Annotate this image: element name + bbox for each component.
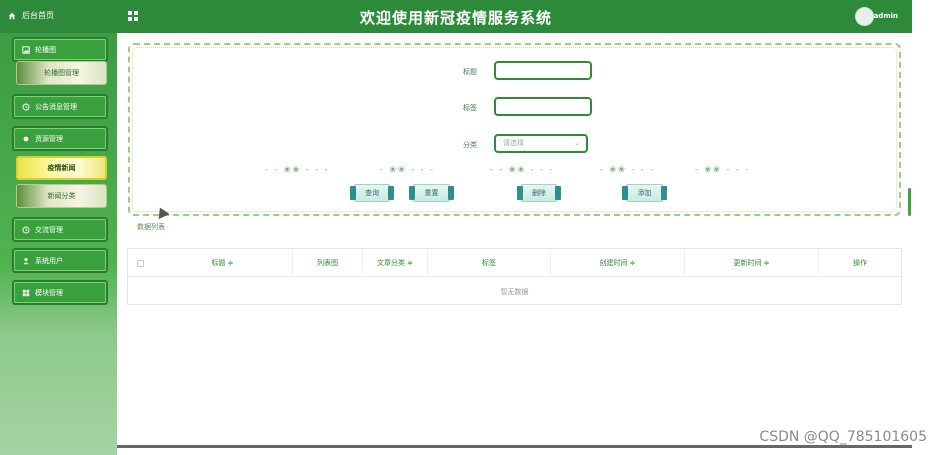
scrollbar-thumb[interactable] — [908, 188, 911, 216]
sidebar-subitem-epidemic-news[interactable]: 疫情新闻 — [16, 156, 107, 180]
category-select[interactable]: 请选择 ⌄ — [494, 134, 588, 153]
sidebar-item-communication[interactable]: 交流管理 — [12, 217, 108, 242]
watermark-text: CSDN @QQ_785101605 — [759, 429, 927, 445]
app-root: 后台首页 欢迎使用新冠疫情服务系统 admin 轮播图 轮播图管理 公告消息管理… — [0, 0, 942, 455]
sidebar-item-label: 疫情新闻 — [47, 164, 76, 172]
flower-decoration-icon: - ❀❀ - - - — [600, 165, 656, 174]
sidebar-subitem-carousel-manage[interactable]: 轮播图管理 — [16, 61, 107, 85]
title-label: 标题 — [463, 68, 477, 76]
sidebar-item-label: 模块管理 — [35, 288, 63, 297]
table-header: 标题 ≑ 列表图 文章分类 ≑ 标签 创建时间 ≑ 更新时间 ≑ 操作 — [128, 249, 901, 277]
clock-icon — [22, 102, 30, 111]
column-header-tags: 标签 — [428, 249, 551, 277]
flower-decoration-icon: - - ❀❀ - - - — [265, 165, 330, 174]
top-bar: 后台首页 欢迎使用新冠疫情服务系统 admin — [0, 0, 912, 33]
user-icon — [23, 257, 29, 264]
column-header-image: 列表图 — [293, 249, 363, 277]
column-header-actions: 操作 — [853, 259, 867, 267]
column-header-category[interactable]: 文章分类 ≑ — [363, 249, 428, 277]
sidebar-item-label: 公告消息管理 — [35, 102, 77, 111]
dot-icon — [23, 136, 29, 141]
avatar[interactable] — [855, 7, 874, 26]
empty-state-text: 暂无数据 — [500, 288, 529, 296]
sidebar-item-label: 资源管理 — [35, 134, 63, 143]
sidebar-item-modules[interactable]: 模块管理 — [12, 280, 108, 305]
sidebar-item-label: 新闻分类 — [47, 192, 76, 200]
flower-decoration-icon: - ❀❀ - - - — [695, 165, 751, 174]
flower-decoration-icon: - - ❀❀ - - - — [490, 165, 555, 174]
sidebar-item-resources[interactable]: 资源管理 — [12, 126, 108, 151]
column-header-title[interactable]: 标题 ≑ — [153, 249, 293, 277]
sidebar-item-label: 交流管理 — [35, 225, 63, 234]
tag-label: 标签 — [463, 104, 477, 112]
tag-input[interactable] — [494, 97, 592, 116]
query-button[interactable]: 查询 — [350, 184, 394, 202]
sidebar-item-carousel[interactable]: 轮播图 — [12, 37, 108, 62]
username[interactable]: admin — [874, 12, 898, 20]
reset-button[interactable]: 重置 — [409, 184, 454, 202]
sidebar-subitem-news-category[interactable]: 新闻分类 — [16, 184, 107, 208]
delete-button[interactable]: 删除 — [517, 184, 561, 202]
horizontal-scrollbar[interactable] — [117, 445, 912, 448]
column-header-created[interactable]: 创建时间 ≑ — [551, 249, 685, 277]
sidebar-item-label: 轮播图管理 — [44, 69, 79, 77]
add-button[interactable]: 添加 — [622, 184, 667, 202]
data-table: 标题 ≑ 列表图 文章分类 ≑ 标签 创建时间 ≑ 更新时间 ≑ 操作 暂无数据 — [127, 248, 902, 305]
page-title: 欢迎使用新冠疫情服务系统 — [359, 9, 552, 27]
select-all-checkbox[interactable] — [137, 260, 144, 267]
chevron-down-icon: ⌄ — [574, 139, 580, 147]
category-placeholder: 请选择 — [503, 139, 524, 147]
sidebar-item-system-users[interactable]: 系统用户 — [12, 248, 108, 273]
sidebar-item-announcements[interactable]: 公告消息管理 — [12, 94, 108, 119]
clock-icon — [22, 225, 30, 234]
flower-decoration-icon: - ❀❀ - - - — [380, 165, 436, 174]
image-icon — [22, 45, 30, 54]
column-header-updated[interactable]: 更新时间 ≑ — [685, 249, 819, 277]
data-list-label: 数据列表 — [137, 223, 165, 231]
sidebar-item-label: 系统用户 — [35, 256, 63, 265]
grid-icon — [22, 289, 30, 296]
category-label: 分类 — [463, 141, 477, 149]
sidebar-item-label: 轮播图 — [35, 45, 56, 54]
title-input[interactable] — [494, 61, 592, 80]
